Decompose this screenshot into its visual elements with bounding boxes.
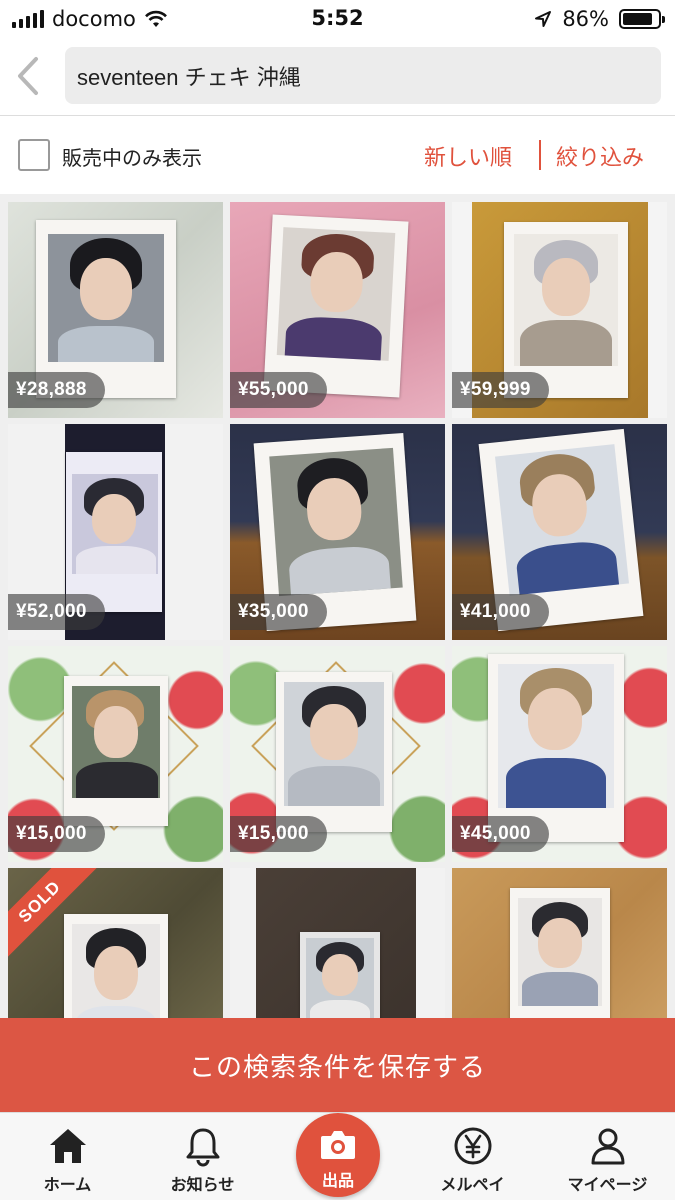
- search-query: seventeen チェキ 沖縄: [77, 64, 301, 90]
- back-button[interactable]: [10, 54, 46, 98]
- product-tile[interactable]: ¥15,000: [8, 646, 223, 862]
- sell-label: 出品: [321, 1171, 354, 1190]
- product-tile[interactable]: ¥59,999: [452, 202, 667, 418]
- refine-link[interactable]: 絞り込み: [556, 140, 644, 172]
- mercari-search-screen: docomo 5:52 86% seventeen チェキ 沖縄 販売中のみ表示…: [0, 0, 675, 1200]
- product-tile[interactable]: ¥55,000: [230, 202, 445, 418]
- battery-fill: [623, 13, 653, 25]
- product-tile[interactable]: ¥28,888: [8, 202, 223, 418]
- product-photo: [284, 682, 384, 806]
- on-sale-only-label[interactable]: 販売中のみ表示: [62, 142, 202, 171]
- product-photo: [495, 444, 629, 596]
- product-photo: [498, 664, 614, 808]
- product-photo: [514, 234, 618, 366]
- price-tag: ¥15,000: [8, 816, 105, 852]
- chevron-left-icon: [18, 57, 38, 95]
- filter-divider: [539, 140, 541, 170]
- sell-button[interactable]: 出品: [296, 1113, 380, 1197]
- camera-icon: [321, 1131, 355, 1159]
- product-tile[interactable]: ¥45,000: [452, 646, 667, 862]
- tab-notifications[interactable]: お知らせ: [135, 1113, 270, 1200]
- product-photo: [72, 474, 158, 574]
- product-tile[interactable]: ¥52,000: [8, 424, 223, 640]
- price-tag: ¥45,000: [452, 816, 549, 852]
- sort-newest-link[interactable]: 新しい順: [424, 140, 512, 172]
- tab-notifications-label: お知らせ: [170, 1175, 235, 1194]
- battery-icon: [619, 9, 665, 29]
- tab-home[interactable]: ホーム: [0, 1113, 135, 1200]
- product-photo: [72, 686, 160, 798]
- price-tag: ¥55,000: [230, 372, 327, 408]
- search-input[interactable]: seventeen チェキ 沖縄: [65, 47, 661, 104]
- tab-mypage[interactable]: マイページ: [540, 1113, 675, 1200]
- tab-home-label: ホーム: [43, 1175, 92, 1194]
- yen-circle-icon: [454, 1127, 492, 1165]
- price-tag: ¥28,888: [8, 372, 105, 408]
- price-tag: ¥15,000: [230, 816, 327, 852]
- search-header: seventeen チェキ 沖縄: [0, 38, 675, 116]
- home-icon: [50, 1129, 86, 1163]
- price-tag: ¥59,999: [452, 372, 549, 408]
- product-photo: [276, 227, 396, 361]
- status-bar: docomo 5:52 86%: [0, 0, 675, 38]
- product-tile[interactable]: ¥35,000: [230, 424, 445, 640]
- location-arrow-icon: [535, 11, 552, 27]
- product-photo: [48, 234, 164, 362]
- tab-merpay[interactable]: メルペイ: [405, 1113, 540, 1200]
- tab-mypage-label: マイページ: [567, 1175, 648, 1194]
- product-tile[interactable]: ¥41,000: [452, 424, 667, 640]
- price-tag: ¥52,000: [8, 594, 105, 630]
- on-sale-only-checkbox[interactable]: [18, 139, 50, 171]
- bell-icon: [186, 1128, 220, 1167]
- product-photo: [269, 447, 403, 597]
- product-tile[interactable]: ¥15,000: [230, 646, 445, 862]
- price-tag: ¥41,000: [452, 594, 549, 630]
- battery-percent: 86%: [562, 7, 609, 31]
- status-right: 86%: [534, 7, 665, 31]
- tab-merpay-label: メルペイ: [440, 1175, 505, 1194]
- product-photo: [306, 938, 374, 1028]
- person-icon: [591, 1128, 625, 1165]
- save-search-button[interactable]: この検索条件を保存する: [0, 1018, 675, 1112]
- product-photo: [518, 898, 602, 1006]
- filter-bar: 販売中のみ表示 新しい順 絞り込み: [0, 116, 675, 194]
- price-tag: ¥35,000: [230, 594, 327, 630]
